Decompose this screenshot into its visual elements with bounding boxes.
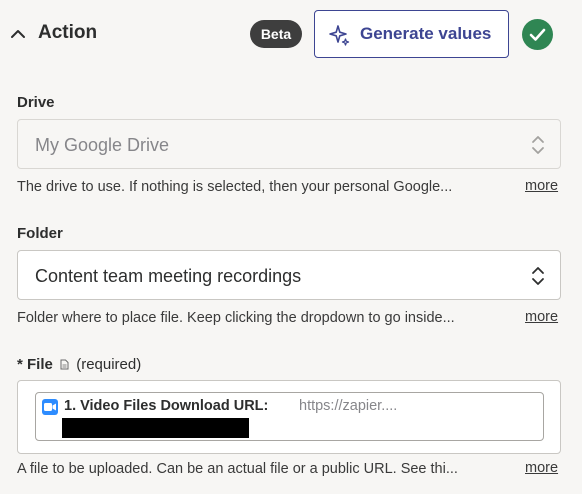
drive-select[interactable]: My Google Drive	[17, 119, 561, 169]
zoom-icon	[42, 399, 58, 415]
drive-label: Drive	[17, 94, 55, 111]
file-help-text: A file to be uploaded. Can be an actual …	[17, 461, 458, 477]
drive-select-value: My Google Drive	[35, 135, 170, 155]
mapped-field-label: 1. Video Files Download URL:	[64, 398, 269, 414]
drive-more-link[interactable]: more	[525, 178, 558, 194]
file-label: * File (required)	[17, 356, 141, 373]
up-down-chevron-icon	[532, 136, 544, 154]
required-asterisk: *	[17, 356, 23, 373]
file-more-link[interactable]: more	[525, 460, 558, 476]
sparkle-icon	[329, 25, 350, 46]
mapped-field-value: https://zapier....	[299, 398, 398, 414]
generate-values-button[interactable]: Generate values	[314, 10, 509, 58]
folder-select-value: Content team meeting recordings	[35, 266, 302, 286]
folder-help-text: Folder where to place file. Keep clickin…	[17, 310, 455, 326]
folder-more-link[interactable]: more	[525, 309, 558, 325]
check-circle-icon	[522, 19, 553, 50]
chevron-up-icon[interactable]	[8, 24, 28, 44]
mapped-value-pill[interactable]: 1. Video Files Download URL: https://zap…	[35, 392, 544, 441]
folder-label: Folder	[17, 225, 63, 242]
file-label-text: File	[27, 356, 53, 373]
action-section-header: Action Beta Generate values	[0, 0, 582, 68]
folder-select[interactable]: Content team meeting recordings	[17, 250, 561, 300]
up-down-chevron-icon	[532, 267, 544, 285]
required-text: (required)	[76, 356, 142, 373]
generate-values-label: Generate values	[360, 24, 492, 43]
beta-badge: Beta	[250, 20, 302, 48]
file-input[interactable]: 1. Video Files Download URL: https://zap…	[17, 380, 561, 454]
section-title[interactable]: Action	[38, 22, 97, 44]
drive-help-text: The drive to use. If nothing is selected…	[17, 179, 453, 195]
redacted-block	[62, 418, 249, 438]
document-icon	[60, 359, 69, 370]
